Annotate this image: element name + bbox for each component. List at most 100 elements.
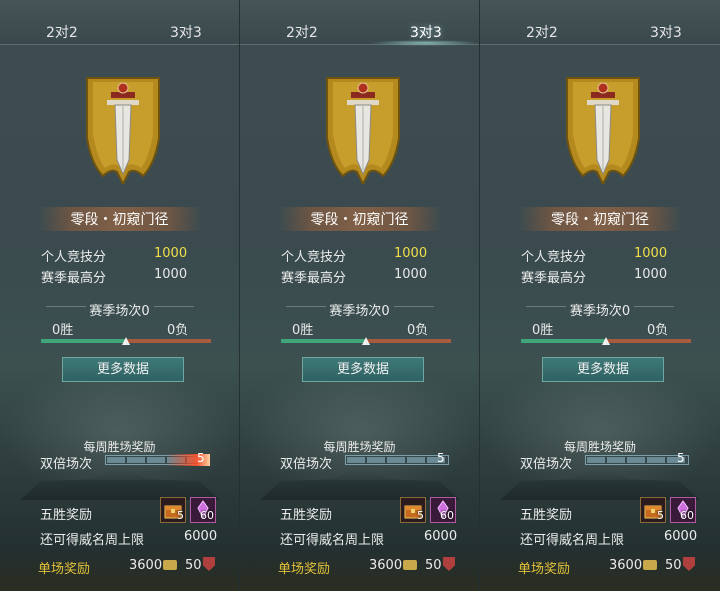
tab-3v3[interactable]: 3对3	[170, 22, 202, 42]
gold-ingot-icon	[163, 560, 177, 570]
season-high-value: 1000	[154, 267, 188, 282]
double-count: 5	[197, 451, 205, 465]
progress-segment	[347, 457, 365, 463]
single-gold-value: 3600	[609, 558, 643, 573]
progress-segment	[627, 457, 645, 463]
wins-count: 0胜	[532, 323, 554, 338]
sword-banner-emblem-icon	[566, 77, 640, 184]
wins-count: 0胜	[52, 323, 74, 338]
arena-panel-3: 2对2 3对3 零段・初窥门径 个人竞技分 1000 赛季最高分 1000 赛季…	[480, 0, 720, 591]
purple-crystal-icon[interactable]: 60	[670, 497, 696, 523]
losses-count: 0负	[647, 323, 669, 338]
single-red-value: 50	[665, 558, 682, 573]
active-tab-glow	[370, 40, 479, 46]
gold-ingot-icon	[643, 560, 657, 570]
progress-segment	[607, 457, 625, 463]
progress-segment	[107, 457, 125, 463]
arena-panels: 2对2 3对3 零段・初窥门径 个人竞技分 1000 赛季最高分 1000 赛季…	[0, 0, 720, 591]
double-label: 双倍场次	[280, 457, 333, 472]
reward-item-count: 5	[657, 509, 664, 522]
tab-3v3[interactable]: 3对3	[410, 22, 442, 42]
single-gold-value: 3600	[369, 558, 403, 573]
reward-item-count: 5	[177, 509, 184, 522]
single-reward-label: 单场奖励	[278, 562, 331, 577]
season-high-value: 1000	[634, 267, 668, 282]
personal-score-label: 个人竞技分	[41, 250, 107, 265]
reward-item-count: 5	[417, 509, 424, 522]
treasure-chest-icon[interactable]: 5	[400, 497, 426, 523]
progress-segment	[387, 457, 405, 463]
personal-score-value: 1000	[634, 246, 668, 261]
season-high-label: 赛季最高分	[521, 271, 587, 286]
purple-crystal-icon[interactable]: 60	[430, 497, 456, 523]
reward-item-count: 60	[680, 509, 694, 522]
season-matches: 赛季场次0	[329, 304, 390, 319]
more-data-button[interactable]: 更多数据	[62, 357, 184, 382]
progress-segment	[127, 457, 145, 463]
five-win-label: 五胜奖励	[520, 508, 573, 523]
season-high-label: 赛季最高分	[281, 271, 347, 286]
win-fill	[521, 339, 606, 343]
more-data-button[interactable]: 更多数据	[302, 357, 424, 382]
season-matches: 赛季场次0	[569, 304, 631, 319]
treasure-chest-icon[interactable]: 5	[160, 497, 186, 523]
gold-ingot-icon	[403, 560, 417, 570]
single-reward-label: 单场奖励	[38, 562, 91, 577]
arena-panel-2: 2对2 3对3 零段・初窥门径 个人竞技分 1000 赛季最高分 1000 赛季…	[240, 0, 480, 591]
double-progress-bar	[345, 455, 449, 465]
double-count: 5	[677, 451, 685, 465]
footer-highlight	[480, 549, 720, 591]
purple-crystal-icon[interactable]: 60	[190, 497, 216, 523]
double-label: 双倍场次	[40, 457, 93, 472]
personal-score-value: 1000	[154, 246, 188, 261]
weekly-cap-label: 还可得威名周上限	[280, 533, 385, 548]
rank-name: 零段・初窥门径	[70, 212, 169, 228]
losses-count: 0负	[167, 323, 189, 338]
weekly-cap-value: 6000	[424, 529, 458, 544]
weekly-cap-value: 6000	[184, 529, 218, 544]
single-red-value: 50	[425, 558, 442, 573]
win-loss-marker	[122, 337, 130, 345]
progress-segment	[647, 457, 665, 463]
personal-score-label: 个人竞技分	[281, 250, 347, 265]
double-label: 双倍场次	[520, 457, 573, 472]
win-loss-marker	[362, 337, 370, 345]
arena-panel-1: 2对2 3对3 零段・初窥门径 个人竞技分 1000 赛季最高分 1000 赛季…	[0, 0, 240, 591]
win-fill	[281, 339, 366, 343]
footer-highlight	[240, 549, 479, 591]
double-progress-bar	[585, 455, 689, 465]
reward-item-count: 60	[200, 509, 214, 522]
losses-count: 0负	[407, 323, 429, 338]
win-loss-marker	[602, 337, 610, 345]
rank-name: 零段・初窥门径	[310, 212, 409, 228]
single-reward-label: 单场奖励	[518, 562, 571, 577]
mode-tab-bar: 2对2 3对3	[480, 0, 720, 45]
weekly-cap-label: 还可得威名周上限	[520, 533, 625, 548]
tab-2v2[interactable]: 2对2	[286, 22, 318, 42]
personal-score-label: 个人竞技分	[521, 250, 587, 265]
single-red-value: 50	[185, 558, 202, 573]
mode-tab-bar: 2对2 3对3	[0, 0, 239, 45]
more-data-button[interactable]: 更多数据	[542, 357, 664, 382]
season-high-value: 1000	[394, 267, 428, 282]
footer-highlight	[0, 549, 239, 591]
double-progress-bar	[105, 454, 210, 466]
five-win-label: 五胜奖励	[280, 508, 333, 523]
progress-segment	[367, 457, 385, 463]
wins-count: 0胜	[292, 323, 314, 338]
season-high-label: 赛季最高分	[41, 271, 107, 286]
tab-3v3[interactable]: 3对3	[650, 22, 682, 42]
personal-score-value: 1000	[394, 246, 428, 261]
reward-item-count: 60	[440, 509, 454, 522]
weekly-cap-value: 6000	[664, 529, 698, 544]
tab-2v2[interactable]: 2对2	[46, 22, 78, 42]
progress-segment	[587, 457, 605, 463]
double-count: 5	[437, 451, 445, 465]
tab-2v2[interactable]: 2对2	[526, 22, 558, 42]
rank-name: 零段・初窥门径	[551, 212, 649, 228]
sword-banner-emblem-icon	[326, 77, 400, 184]
win-fill	[41, 339, 126, 343]
weekly-cap-label: 还可得威名周上限	[40, 533, 145, 548]
progress-segment	[407, 457, 425, 463]
treasure-chest-icon[interactable]: 5	[640, 497, 666, 523]
